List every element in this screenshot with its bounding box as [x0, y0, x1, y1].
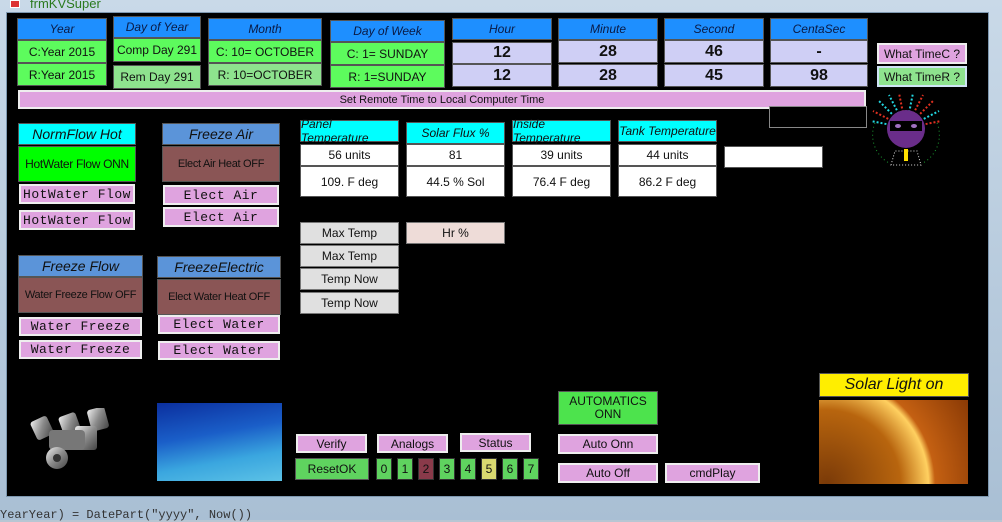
- tank-temperature-header: Tank Temperature: [618, 120, 717, 142]
- app-icon: [10, 0, 20, 8]
- centasec-remote: 98: [770, 64, 868, 87]
- analogs-button[interactable]: Analogs: [377, 434, 448, 453]
- day-of-year-remote: Rem Day 291: [113, 65, 201, 89]
- day-of-year-header: Day of Year: [113, 16, 201, 38]
- auto-off-button[interactable]: Auto Off: [558, 463, 658, 483]
- bit-indicator-4: 4: [460, 458, 476, 480]
- month-computer: C: 10= OCTOBER: [208, 40, 322, 63]
- bit-indicators: 01234567: [376, 458, 539, 480]
- hr-percent-box: Hr %: [406, 222, 505, 244]
- bit-indicator-2: 2: [418, 458, 434, 480]
- year-remote: R:Year 2015: [17, 63, 107, 86]
- solar-flux-header: Solar Flux %: [406, 122, 505, 144]
- normflow-hot-header: NormFlow Hot: [18, 123, 136, 145]
- day-of-week-header: Day of Week: [330, 20, 445, 42]
- sun-surface-image: [819, 400, 968, 484]
- avatar-image: [869, 92, 943, 171]
- day-of-year-computer: Comp Day 291: [113, 38, 201, 62]
- solar-light-label: Solar Light on: [819, 373, 969, 397]
- panel-temperature-units: 56 units: [300, 144, 399, 166]
- remote-status-box: [769, 106, 867, 128]
- window-title: frmKVSuper: [30, 0, 101, 11]
- hotwater-flow-button-1[interactable]: HotWater Flow: [19, 184, 135, 204]
- second-remote: 45: [664, 64, 764, 87]
- ocean-floor-image: [157, 403, 282, 481]
- elect-water-button-1[interactable]: Elect Water: [158, 315, 280, 334]
- set-remote-time-button[interactable]: Set Remote Time to Local Computer Time: [18, 90, 866, 109]
- second-header: Second: [664, 18, 764, 40]
- centasec-computer: -: [770, 40, 868, 63]
- bit-indicator-6: 6: [502, 458, 518, 480]
- window-frame: frmKVSuper Year C:Year 2015 R:Year 2015 …: [0, 0, 1002, 522]
- max-temp-button-1[interactable]: Max Temp: [300, 222, 399, 244]
- tank-temperature-value: 86.2 F deg: [618, 166, 717, 197]
- temp-now-button-1[interactable]: Temp Now: [300, 268, 399, 290]
- elect-water-heat-status: Elect Water Heat OFF: [157, 279, 281, 315]
- what-time-c-button[interactable]: What TimeC ?: [877, 43, 967, 64]
- bit-indicator-1: 1: [397, 458, 413, 480]
- minute-remote: 28: [558, 64, 658, 87]
- year-computer: C:Year 2015: [17, 40, 107, 63]
- freeze-flow-header: Freeze Flow: [18, 255, 143, 277]
- bit-indicator-3: 3: [439, 458, 455, 480]
- day-of-week-computer: C: 1= SUNDAY: [330, 42, 445, 65]
- bit-indicator-0: 0: [376, 458, 392, 480]
- water-freeze-flow-status: Water Freeze Flow OFF: [18, 277, 143, 313]
- elect-water-button-2[interactable]: Elect Water: [158, 341, 280, 360]
- centasec-header: CentaSec: [770, 18, 868, 40]
- elect-air-heat-status: Elect Air Heat OFF: [162, 146, 280, 182]
- max-temp-button-2[interactable]: Max Temp: [300, 245, 399, 267]
- water-freeze-button-1[interactable]: Water Freeze: [19, 317, 142, 336]
- panel-temperature-header: Panel Temperature: [300, 117, 399, 145]
- reset-ok-button[interactable]: ResetOK: [295, 458, 369, 480]
- temp-now-button-2[interactable]: Temp Now: [300, 292, 399, 314]
- panel-temperature-value: 109. F deg: [300, 166, 399, 197]
- year-header: Year: [17, 18, 107, 40]
- automatics-status: AUTOMATICS ONN: [558, 391, 658, 425]
- inside-temperature-header: Inside Temperature: [512, 117, 611, 145]
- bit-indicator-7: 7: [523, 458, 539, 480]
- title-bar: frmKVSuper: [0, 0, 1002, 12]
- hour-header: Hour: [452, 18, 552, 40]
- freeze-air-header: Freeze Air: [162, 123, 280, 145]
- hour-computer: 12: [452, 42, 552, 64]
- tank-temperature-units: 44 units: [618, 144, 717, 166]
- second-computer: 46: [664, 40, 764, 63]
- hotwater-flow-button-2[interactable]: HotWater Flow: [19, 210, 135, 230]
- inside-temperature-units: 39 units: [512, 144, 611, 166]
- month-remote: R: 10=OCTOBER: [208, 63, 322, 86]
- freeze-electric-header: FreezeElectric: [157, 256, 281, 278]
- elect-air-button-1[interactable]: Elect Air: [163, 185, 279, 205]
- sensor-extra-box: [724, 146, 823, 168]
- water-freeze-button-2[interactable]: Water Freeze: [19, 340, 142, 359]
- minute-computer: 28: [558, 40, 658, 63]
- elect-air-button-2[interactable]: Elect Air: [163, 207, 279, 227]
- main-form: Year C:Year 2015 R:Year 2015 Day of Year…: [6, 12, 989, 497]
- status-button[interactable]: Status: [460, 433, 531, 452]
- bit-indicator-5: 5: [481, 458, 497, 480]
- inside-temperature-value: 76.4 F deg: [512, 166, 611, 197]
- solar-flux-units: 81: [406, 144, 505, 166]
- auto-onn-button[interactable]: Auto Onn: [558, 434, 658, 454]
- cmd-play-button[interactable]: cmdPlay: [665, 463, 760, 483]
- verify-button[interactable]: Verify: [296, 434, 367, 453]
- month-header: Month: [208, 18, 322, 40]
- minute-header: Minute: [558, 18, 658, 40]
- engine-pistons-image: [25, 406, 129, 472]
- day-of-week-remote: R: 1=SUNDAY: [330, 65, 445, 88]
- solar-flux-value: 44.5 % Sol: [406, 166, 505, 197]
- hotwater-flow-status: HotWater Flow ONN: [18, 146, 136, 182]
- what-time-r-button[interactable]: What TimeR ?: [877, 66, 967, 87]
- hour-remote: 12: [452, 64, 552, 87]
